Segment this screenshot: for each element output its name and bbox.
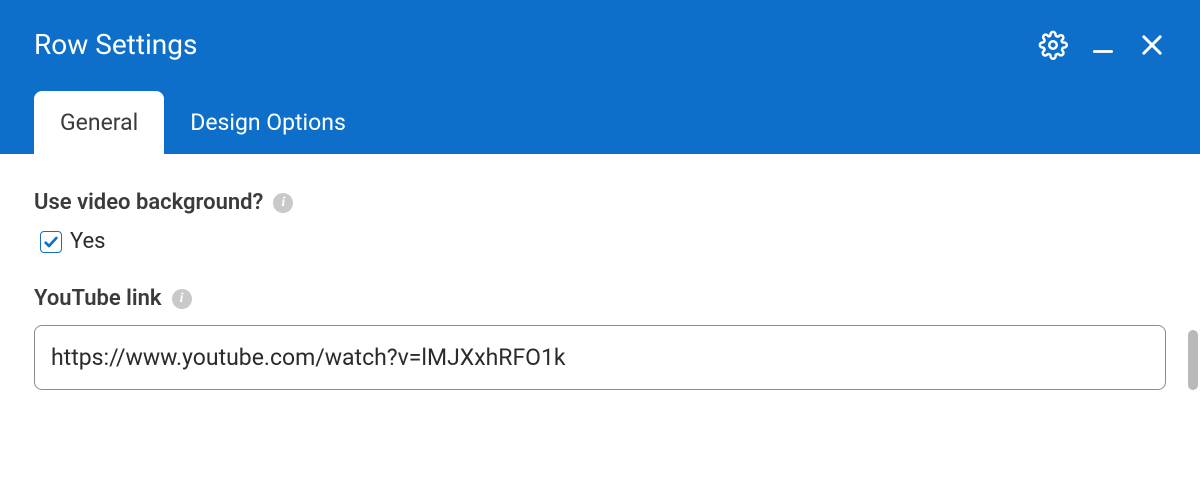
dialog-header: Row Settings General Design Options — [0, 0, 1200, 154]
field-video-background: Use video background? i Yes — [34, 190, 1166, 254]
tab-general[interactable]: General — [34, 91, 164, 154]
tab-design-options[interactable]: Design Options — [164, 91, 372, 154]
field-label: YouTube link i — [34, 286, 1166, 311]
checkbox-label: Yes — [70, 229, 106, 254]
info-icon[interactable]: i — [273, 193, 293, 213]
dialog-title: Row Settings — [34, 28, 1166, 61]
dialog-content: Use video background? i Yes YouTube link… — [0, 154, 1200, 458]
field-label: Use video background? i — [34, 190, 1166, 215]
field-youtube-link: YouTube link i — [34, 286, 1166, 390]
header-controls — [1038, 30, 1166, 60]
video-bg-checkbox[interactable] — [40, 231, 62, 253]
close-icon[interactable] — [1138, 31, 1166, 59]
info-icon[interactable]: i — [172, 289, 192, 309]
minimize-icon[interactable] — [1090, 32, 1116, 58]
label-text: YouTube link — [34, 286, 162, 311]
scrollbar-thumb[interactable] — [1188, 330, 1198, 390]
youtube-link-input[interactable] — [34, 325, 1166, 390]
label-text: Use video background? — [34, 190, 263, 215]
gear-icon[interactable] — [1038, 30, 1068, 60]
checkbox-row: Yes — [40, 229, 1166, 254]
tabs: General Design Options — [34, 91, 1166, 154]
